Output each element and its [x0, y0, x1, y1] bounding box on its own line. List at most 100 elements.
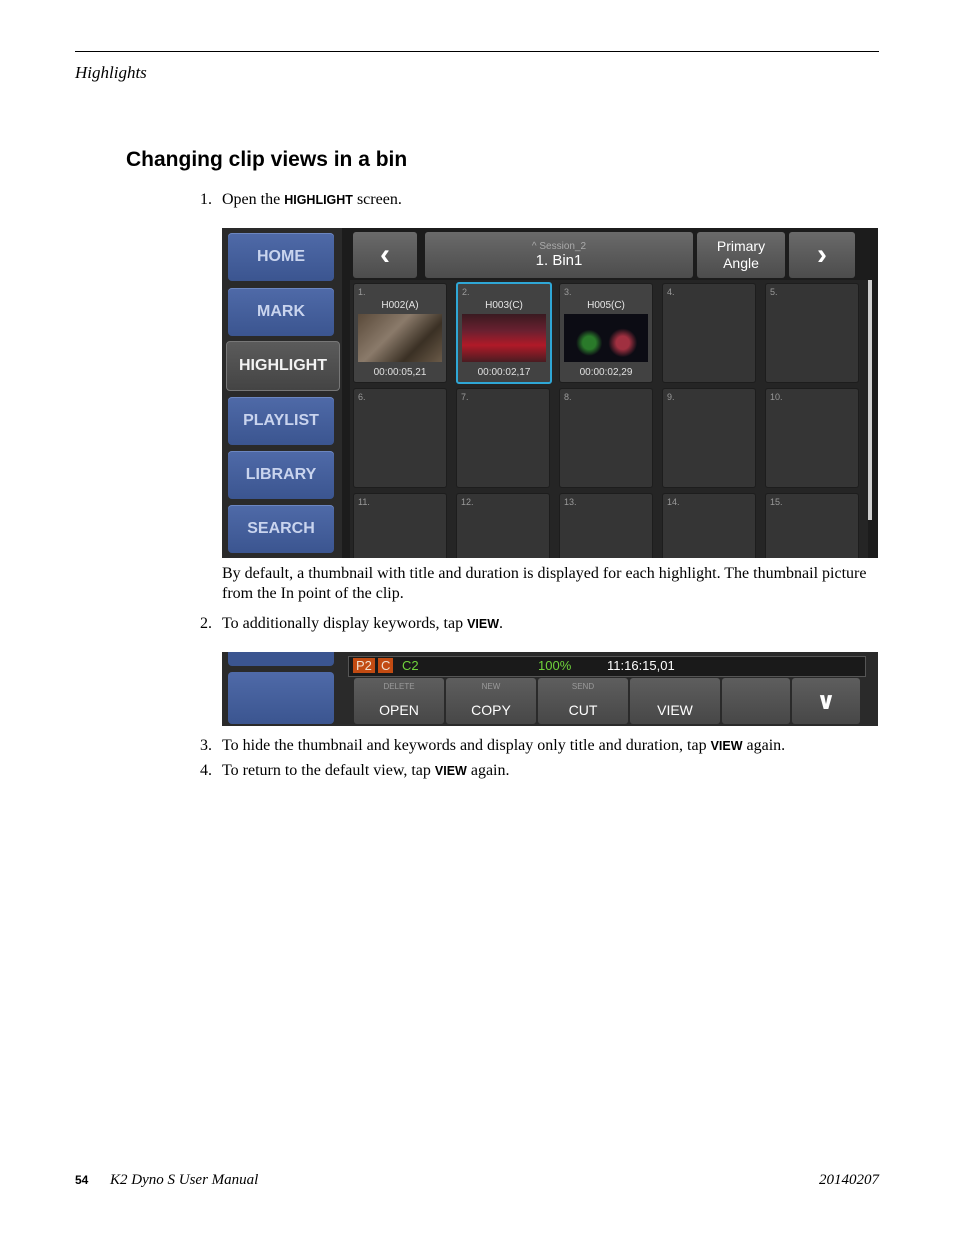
more-button[interactable]: ∨: [792, 678, 860, 724]
nav-playlist-button[interactable]: PLAYLIST: [228, 397, 334, 445]
session-label: ^ Session_2: [531, 241, 587, 252]
camera-label: C2: [402, 658, 419, 673]
prev-bin-button[interactable]: ‹: [353, 232, 417, 278]
chevron-down-icon: ∨: [816, 687, 836, 715]
copy-button[interactable]: NEW COPY: [446, 678, 536, 724]
nav-library-button[interactable]: LIBRARY: [228, 451, 334, 499]
clip-grid: 1. H002(A) 00:00:05,21 2. H003(C) 00:00:…: [350, 280, 868, 558]
clip-title: H005(C): [587, 300, 625, 311]
bin-label: 1. Bin1: [535, 252, 583, 269]
angle-label-line1: Primary: [716, 238, 766, 254]
document-date: 20140207: [819, 1172, 879, 1188]
section-title: Changing clip views in a bin: [126, 148, 408, 171]
cell-index: 7.: [461, 392, 469, 402]
step-text: To additionally display keywords, tap: [222, 615, 464, 632]
nav-search-button[interactable]: SEARCH: [228, 505, 334, 553]
clip-thumbnail: [564, 314, 648, 362]
cut-button-alt-label: SEND: [571, 682, 595, 691]
cell-index: 5.: [770, 287, 778, 297]
running-head: Highlights: [75, 63, 147, 82]
clip-cell[interactable]: 1. H002(A) 00:00:05,21: [353, 283, 447, 383]
cell-index: 15.: [770, 497, 783, 507]
nav-mark-button[interactable]: MARK: [228, 288, 334, 336]
step-text: Open the: [222, 191, 281, 208]
grid-scrollbar[interactable]: [868, 280, 872, 520]
chevron-left-icon: ‹: [380, 238, 390, 271]
p2-badge: P2: [353, 658, 375, 673]
angle-button[interactable]: Primary Angle: [697, 232, 785, 278]
cell-index: 9.: [667, 392, 675, 402]
clip-duration: 00:00:02,29: [579, 367, 633, 378]
cell-index: 12.: [461, 497, 474, 507]
manual-title: K2 Dyno S User Manual: [110, 1172, 259, 1188]
blank-soft-button[interactable]: [722, 678, 790, 724]
step-4: 4. To return to the default view, tap VIE…: [200, 761, 510, 781]
empty-cell[interactable]: 15.: [765, 493, 859, 558]
open-button-label: OPEN: [379, 702, 419, 718]
clip-cell-selected[interactable]: 2. H003(C) 00:00:02,17: [456, 282, 552, 384]
channel-badge: C: [378, 658, 394, 673]
cell-index: 4.: [667, 287, 675, 297]
step-text-end: .: [499, 615, 504, 632]
copy-button-alt-label: NEW: [481, 682, 501, 691]
chevron-right-icon: ›: [817, 238, 827, 271]
cell-index: 13.: [564, 497, 577, 507]
timecode-readout: 11:16:15,01: [607, 658, 675, 673]
empty-cell[interactable]: 10.: [765, 388, 859, 488]
clip-title: H002(A): [381, 300, 419, 311]
status-bar: P2 C C2 100% 11:16:15,01: [348, 656, 866, 677]
step-keyword: HIGHLIGHT: [284, 193, 353, 207]
highlight-screenshot: HOME MARK HIGHLIGHT PLAYLIST LIBRARY SEA…: [222, 228, 878, 558]
step-keyword: VIEW: [710, 739, 743, 753]
cell-index: 6.: [358, 392, 366, 402]
speed-readout: 100%: [538, 658, 572, 673]
clip-duration: 00:00:05,21: [373, 367, 427, 378]
cell-index: 11.: [358, 497, 370, 507]
clip-title: H003(C): [485, 300, 523, 311]
view-button-screenshot: P2 C C2 100% 11:16:15,01 DELETE OPEN NEW…: [222, 652, 878, 726]
empty-cell[interactable]: 13.: [559, 493, 653, 558]
nav-highlight-button[interactable]: HIGHLIGHT: [226, 341, 340, 391]
nav-column: HOME MARK HIGHLIGHT PLAYLIST LIBRARY SEA…: [222, 228, 342, 558]
empty-cell[interactable]: 9.: [662, 388, 756, 488]
empty-cell[interactable]: 5.: [765, 283, 859, 383]
step-number: 3.: [200, 737, 212, 754]
nav-home-button[interactable]: HOME: [228, 233, 334, 281]
nav-button-partial[interactable]: [228, 672, 334, 724]
empty-cell[interactable]: 6.: [353, 388, 447, 488]
header-rule: [75, 51, 879, 52]
page-number: 54: [75, 1173, 89, 1187]
nav-button-partial[interactable]: [228, 652, 334, 666]
empty-cell[interactable]: 7.: [456, 388, 550, 488]
bin-selector[interactable]: ^ Session_2 1. Bin1: [425, 232, 693, 278]
empty-cell[interactable]: 8.: [559, 388, 653, 488]
cut-button-label: CUT: [568, 702, 598, 718]
step-number: 1.: [200, 191, 212, 208]
clip-cell[interactable]: 3. H005(C) 00:00:02,29: [559, 283, 653, 383]
step-text-end: screen.: [356, 191, 402, 208]
open-button[interactable]: DELETE OPEN: [354, 678, 444, 724]
step-keyword: VIEW: [434, 764, 467, 778]
angle-label-line2: Angle: [723, 255, 759, 271]
cut-button[interactable]: SEND CUT: [538, 678, 628, 724]
open-button-alt-label: DELETE: [383, 682, 415, 691]
empty-cell[interactable]: 12.: [456, 493, 550, 558]
step-1: 1. Open the HIGHLIGHT screen.: [200, 190, 402, 210]
empty-cell[interactable]: 11.: [353, 493, 447, 558]
step-number: 4.: [200, 762, 212, 779]
empty-cell[interactable]: 4.: [662, 283, 756, 383]
body-paragraph: By default, a thumbnail with title and d…: [222, 565, 867, 602]
cell-index: 8.: [564, 392, 572, 402]
clip-duration: 00:00:02,17: [477, 367, 531, 378]
step-text-end: again.: [746, 737, 786, 754]
step-keyword: VIEW: [467, 617, 500, 631]
next-bin-button[interactable]: ›: [789, 232, 855, 278]
clip-thumbnail: [462, 314, 546, 362]
empty-cell[interactable]: 14.: [662, 493, 756, 558]
step-text: To return to the default view, tap: [222, 762, 431, 779]
cell-index: 2.: [462, 287, 470, 297]
view-button[interactable]: VIEW: [630, 678, 720, 724]
step-text-end: again.: [470, 762, 510, 779]
step-2: 2. To additionally display keywords, tap …: [200, 614, 503, 634]
step-text: To hide the thumbnail and keywords and d…: [222, 737, 707, 754]
